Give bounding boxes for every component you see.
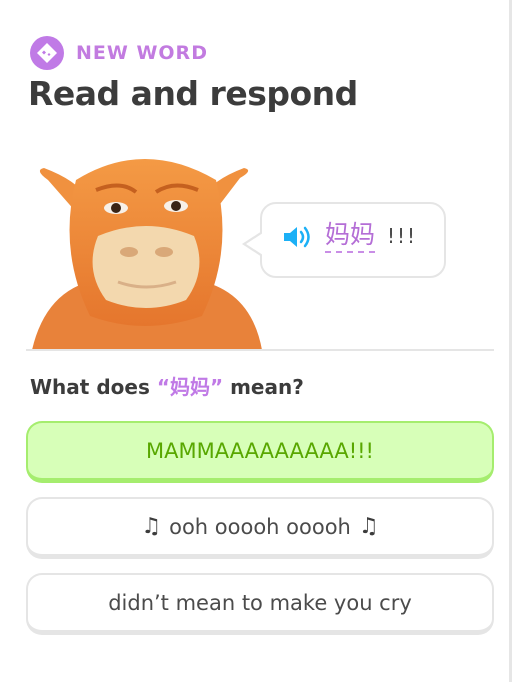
new-word-label: NEW WORD <box>76 42 208 64</box>
answer-choice-1[interactable]: MAMMAAAAAAAAA!!! <box>26 421 494 483</box>
section-divider <box>26 349 494 351</box>
answer-choice-2[interactable]: ♫ ooh ooooh ooooh ♫ <box>26 497 494 559</box>
exclamation-marks: !!! <box>387 224 418 248</box>
music-note-icon: ♫ <box>141 514 162 539</box>
speaker-icon[interactable] <box>282 224 316 254</box>
sparkle-diamond-icon <box>30 36 64 70</box>
character-image <box>26 140 262 350</box>
question-close-quote: ” <box>209 375 224 399</box>
question-prompt: What does “妈妈” mean? <box>30 371 304 400</box>
answer-choice-label: ooh ooooh ooooh <box>169 514 351 539</box>
answer-choice-label: didn’t mean to make you cry <box>108 590 412 615</box>
speech-bubble-tail-fill <box>246 233 263 255</box>
question-word: 妈妈 <box>169 375 210 399</box>
question-open-quote: “ <box>156 375 170 399</box>
chinese-word[interactable]: 妈妈 <box>325 219 376 253</box>
question-prefix: What does <box>30 375 157 399</box>
page-title: Read and respond <box>28 74 358 113</box>
question-suffix: mean? <box>223 375 304 399</box>
music-note-icon: ♫ <box>358 514 379 539</box>
answer-choice-3[interactable]: didn’t mean to make you cry <box>26 573 494 635</box>
new-word-tag: NEW WORD <box>30 36 208 70</box>
answer-choice-label: MAMMAAAAAAAAA!!! <box>146 438 374 463</box>
